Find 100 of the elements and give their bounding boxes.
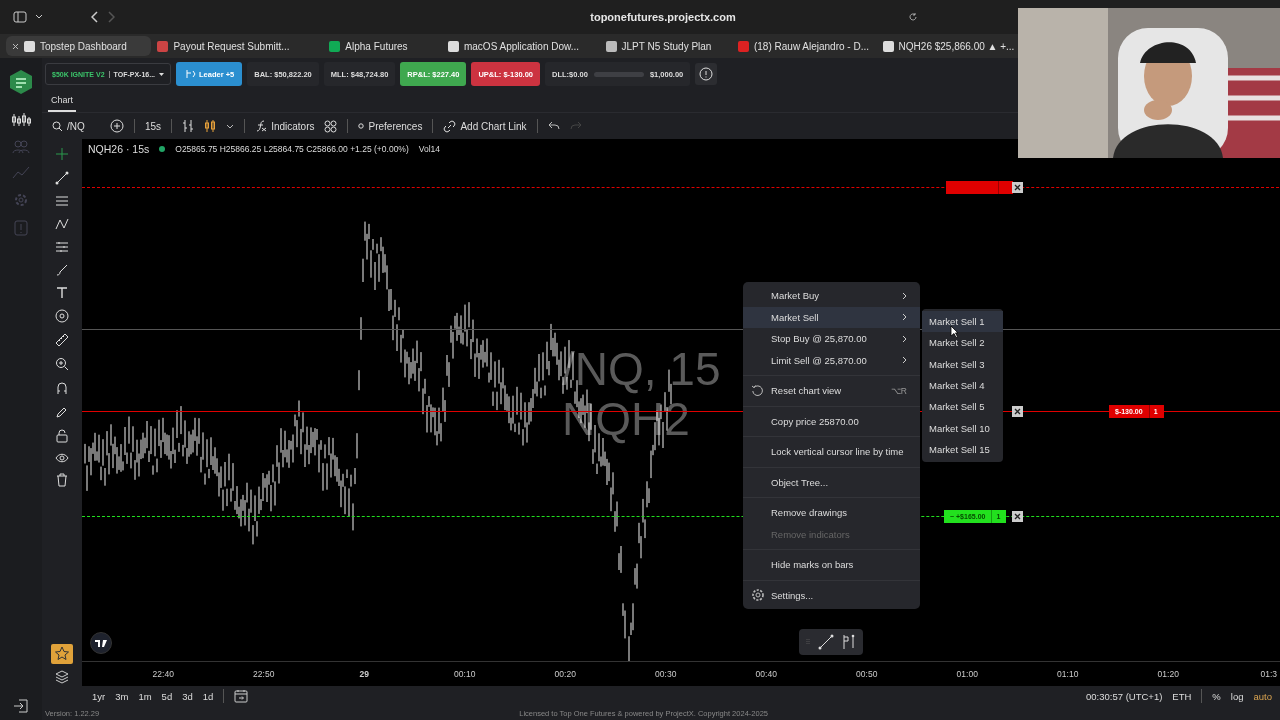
favicon-icon (605, 40, 617, 52)
eye-icon[interactable] (55, 453, 69, 463)
browser-tab[interactable]: (18) Rauw Alejandro - D... (731, 36, 876, 56)
time-label: 00:10 (453, 669, 477, 679)
submenu-item[interactable]: Market Sell 1 (922, 311, 1003, 333)
reload-icon[interactable] (908, 12, 918, 22)
scale-button[interactable]: log (1230, 690, 1244, 702)
browser-tab[interactable]: NQH26 $25,866.00 ▲ +... (876, 36, 1021, 56)
undo-icon[interactable] (547, 121, 560, 131)
time-label: 01:20 (1156, 669, 1180, 679)
menu-item[interactable]: Copy price 25870.00 (743, 410, 920, 432)
menu-item[interactable]: Lock vertical cursor line by time (743, 441, 920, 463)
menu-item[interactable]: Reset chart view ⌥R (743, 380, 920, 402)
ohlc-values: O25865.75 H25866.25 L25864.75 C25866.00 +1.25 (+0.00%) (175, 144, 409, 154)
browser-tab[interactable]: Payout Request Submitt... (151, 36, 296, 56)
chevron-down-icon[interactable] (226, 123, 235, 129)
preferences-button[interactable]: Preferences (358, 120, 423, 132)
sidebar-icon[interactable] (13, 11, 27, 23)
range-button[interactable]: 3d (182, 690, 193, 702)
trend-line-icon[interactable] (818, 634, 834, 650)
menu-item[interactable]: Object Tree... (743, 471, 920, 493)
menu-item[interactable]: Settings... (743, 584, 920, 606)
logout-icon[interactable] (13, 698, 29, 714)
chevron-right-icon (902, 334, 907, 343)
symbol-search[interactable]: /NQ (52, 120, 100, 132)
favicon-icon (737, 40, 749, 52)
magnet-icon[interactable] (56, 381, 68, 395)
menu-item[interactable]: Market Buy (743, 285, 920, 307)
zigzag-icon[interactable] (55, 217, 69, 231)
chevron-down-icon[interactable] (35, 14, 43, 20)
calendar-icon[interactable] (234, 689, 249, 703)
grid-icon[interactable] (324, 119, 338, 133)
candles-icon[interactable] (11, 112, 31, 128)
lock-icon[interactable] (56, 429, 68, 443)
time-label: 29 (358, 669, 370, 679)
ruler-lines-icon[interactable] (55, 241, 69, 253)
status-dot-icon (159, 146, 166, 152)
settings-icon (751, 588, 765, 603)
time-label: 01:00 (955, 669, 979, 679)
browser-tab[interactable]: JLPT N5 Study Plan (586, 36, 731, 56)
tradingview-logo-icon (90, 632, 112, 654)
submenu-item[interactable]: Market Sell 15 (922, 438, 1003, 461)
info-icon[interactable] (695, 63, 718, 85)
time-label: 01:3 (1259, 669, 1278, 679)
trend-line-icon[interactable] (55, 171, 69, 185)
session-button[interactable]: ETH (1172, 690, 1192, 702)
menu-item[interactable]: Limit Sell @ 25,870.00 (743, 349, 920, 371)
close-icon[interactable] (1012, 406, 1023, 417)
browser-tab[interactable]: macOS Application Dow... (441, 36, 586, 56)
close-icon[interactable] (1012, 511, 1023, 522)
range-button[interactable]: 1yr (92, 690, 106, 702)
reset-icon (751, 384, 764, 398)
close-icon[interactable] (12, 42, 19, 50)
add-icon[interactable] (110, 119, 124, 133)
flag-icon[interactable] (842, 634, 856, 650)
favicon-icon (447, 40, 459, 52)
function-icon (255, 120, 268, 132)
range-button[interactable]: 1d (202, 690, 214, 702)
interval-button[interactable]: 15s (145, 120, 162, 132)
candle-icon[interactable] (204, 119, 217, 133)
browser-tab[interactable]: Topstep Dashboard (6, 36, 151, 56)
submenu-item[interactable]: Market Sell 2 (922, 332, 1003, 354)
menu-item[interactable]: Remove drawings (743, 502, 920, 524)
chevron-right-icon (902, 356, 907, 365)
url-text: toponefutures.projectx.com (590, 11, 736, 23)
chart-link-button[interactable]: Add Chart Link (443, 119, 527, 133)
submenu-item[interactable]: Market Sell 10 (922, 417, 1003, 439)
clock-text: 00:30:57 (UTC+1) (1086, 690, 1163, 702)
bars-icon[interactable] (182, 119, 195, 133)
range-button[interactable]: 1m (138, 690, 152, 702)
ruler-icon[interactable] (55, 333, 69, 347)
close-icon[interactable] (1012, 182, 1023, 193)
caret-icon (159, 71, 164, 77)
zoom-in-icon[interactable] (55, 357, 69, 371)
scale-button[interactable]: auto (1253, 690, 1272, 702)
favicon-icon (329, 40, 341, 52)
back-icon[interactable] (91, 11, 99, 23)
range-button[interactable]: 5d (161, 690, 173, 702)
menu-item[interactable]: Stop Buy @ 25,870.00 (743, 328, 920, 350)
submenu-item[interactable]: Market Sell 4 (922, 374, 1003, 397)
menu-item[interactable]: Market Sell (743, 306, 920, 328)
layers-icon[interactable] (55, 670, 69, 684)
scale-button[interactable]: % (1212, 690, 1221, 702)
panel-tab[interactable]: Chart (48, 95, 76, 112)
favicon-icon (882, 40, 894, 52)
search-icon (52, 120, 63, 132)
submenu-item[interactable]: Market Sell 5 (922, 396, 1003, 418)
brush-icon[interactable] (55, 263, 69, 277)
volume-value: Vol14 (418, 144, 441, 154)
circle-icon (358, 123, 365, 129)
text-tool-icon[interactable] (56, 287, 68, 299)
menu-item[interactable]: Hide marks on bars (743, 554, 920, 576)
submenu-item[interactable]: Market Sell 3 (922, 353, 1003, 375)
logo-icon[interactable] (7, 68, 35, 96)
indicators-button[interactable]: Indicators (255, 120, 315, 132)
trash-icon[interactable] (56, 473, 68, 487)
browser-tab[interactable]: Alpha Futures (296, 36, 441, 56)
horizontal-lines-icon[interactable] (55, 195, 69, 207)
range-button[interactable]: 3m (115, 690, 129, 702)
time-label: 22:50 (252, 669, 276, 679)
